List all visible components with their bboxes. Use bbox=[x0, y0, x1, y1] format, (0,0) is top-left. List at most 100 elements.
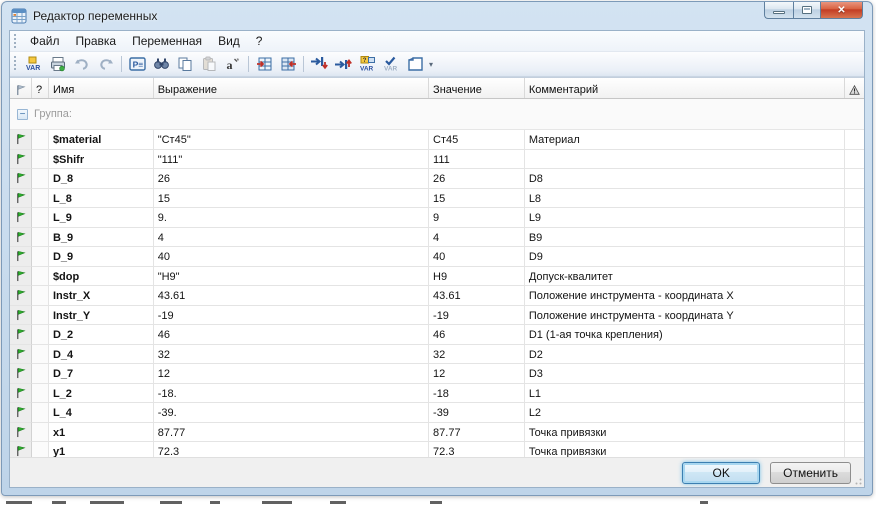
flag-cell[interactable] bbox=[10, 403, 32, 423]
expression-cell[interactable]: 4 bbox=[154, 228, 429, 248]
expression-cell[interactable]: 26 bbox=[154, 169, 429, 189]
toolbar-grip[interactable] bbox=[13, 56, 18, 73]
flag-cell[interactable] bbox=[10, 267, 32, 287]
value-cell[interactable]: 32 bbox=[429, 345, 525, 365]
table-row[interactable]: D_7 12 12 D3 bbox=[10, 364, 864, 384]
table-row[interactable]: L_9 9. 9 L9 bbox=[10, 208, 864, 228]
comment-cell[interactable]: D3 bbox=[525, 364, 845, 384]
value-cell[interactable]: 4 bbox=[429, 228, 525, 248]
comment-cell[interactable]: D1 (1-ая точка крепления) bbox=[525, 325, 845, 345]
name-cell[interactable]: Instr_X bbox=[49, 286, 154, 306]
question-cell[interactable] bbox=[32, 150, 49, 170]
table-row[interactable]: L_8 15 15 L8 bbox=[10, 189, 864, 209]
flag-cell[interactable] bbox=[10, 150, 32, 170]
redo-button[interactable] bbox=[95, 54, 117, 75]
comment-cell[interactable]: L2 bbox=[525, 403, 845, 423]
question-cell[interactable] bbox=[32, 423, 49, 443]
flag-cell[interactable] bbox=[10, 364, 32, 384]
comment-cell[interactable] bbox=[525, 150, 845, 170]
question-cell[interactable] bbox=[32, 364, 49, 384]
name-cell[interactable]: $Shifr bbox=[49, 150, 154, 170]
table-row[interactable]: L_2 -18. -18 L1 bbox=[10, 384, 864, 404]
question-cell[interactable] bbox=[32, 442, 49, 457]
name-cell[interactable]: $dop bbox=[49, 267, 154, 287]
flag-cell[interactable] bbox=[10, 306, 32, 326]
copy-button[interactable] bbox=[174, 54, 196, 75]
comment-cell[interactable]: D8 bbox=[525, 169, 845, 189]
table-row[interactable]: $material "Ст45" Ст45 Материал bbox=[10, 130, 864, 150]
name-cell[interactable]: D_9 bbox=[49, 247, 154, 267]
comment-cell[interactable]: D9 bbox=[525, 247, 845, 267]
table-row[interactable]: y1 72.3 72.3 Точка привязки bbox=[10, 442, 864, 457]
name-cell[interactable]: D_7 bbox=[49, 364, 154, 384]
question-cell[interactable] bbox=[32, 325, 49, 345]
value-cell[interactable]: 40 bbox=[429, 247, 525, 267]
value-cell[interactable]: -18 bbox=[429, 384, 525, 404]
expression-cell[interactable]: 40 bbox=[154, 247, 429, 267]
name-cell[interactable]: x1 bbox=[49, 423, 154, 443]
undo-button[interactable] bbox=[71, 54, 93, 75]
ok-button[interactable]: OK bbox=[682, 462, 760, 484]
table-row[interactable]: D_8 26 26 D8 bbox=[10, 169, 864, 189]
table-row[interactable]: D_9 40 40 D9 bbox=[10, 247, 864, 267]
header-name-column[interactable]: Имя bbox=[49, 78, 154, 98]
flag-cell[interactable] bbox=[10, 384, 32, 404]
question-cell[interactable] bbox=[32, 130, 49, 150]
name-cell[interactable]: L_8 bbox=[49, 189, 154, 209]
question-cell[interactable] bbox=[32, 228, 49, 248]
header-question-column[interactable]: ? bbox=[32, 78, 49, 98]
value-cell[interactable]: 87.77 bbox=[429, 423, 525, 443]
expression-cell[interactable]: -19 bbox=[154, 306, 429, 326]
expression-cell[interactable]: "111" bbox=[154, 150, 429, 170]
expression-cell[interactable]: -18. bbox=[154, 384, 429, 404]
comment-cell[interactable]: Материал bbox=[525, 130, 845, 150]
name-cell[interactable]: D_2 bbox=[49, 325, 154, 345]
copy-variable-list-button[interactable] bbox=[277, 54, 299, 75]
name-cell[interactable]: D_4 bbox=[49, 345, 154, 365]
value-cell[interactable]: 12 bbox=[429, 364, 525, 384]
value-cell[interactable]: -19 bbox=[429, 306, 525, 326]
expression-cell[interactable]: 43.61 bbox=[154, 286, 429, 306]
new-variable-button[interactable]: VAR bbox=[23, 54, 45, 75]
expression-cell[interactable]: 87.77 bbox=[154, 423, 429, 443]
table-row[interactable]: D_2 46 46 D1 (1-ая точка крепления) bbox=[10, 325, 864, 345]
move-row-down-button[interactable] bbox=[308, 54, 330, 75]
flag-cell[interactable] bbox=[10, 442, 32, 457]
table-row[interactable]: $dop "H9" H9 Допуск-квалитет bbox=[10, 267, 864, 287]
value-cell[interactable]: Ст45 bbox=[429, 130, 525, 150]
comment-cell[interactable]: B9 bbox=[525, 228, 845, 248]
value-cell[interactable]: 26 bbox=[429, 169, 525, 189]
move-row-up-button[interactable] bbox=[332, 54, 354, 75]
header-warning-column[interactable] bbox=[845, 78, 864, 98]
name-cell[interactable]: $material bbox=[49, 130, 154, 150]
expression-cell[interactable]: 32 bbox=[154, 345, 429, 365]
name-cell[interactable]: L_2 bbox=[49, 384, 154, 404]
table-row[interactable]: Instr_Y -19 -19 Положение инструмента - … bbox=[10, 306, 864, 326]
properties-button[interactable]: P≡ bbox=[126, 54, 148, 75]
question-cell[interactable] bbox=[32, 247, 49, 267]
comment-cell[interactable]: Положение инструмента - координата X bbox=[525, 286, 845, 306]
group-collapse-button[interactable]: − bbox=[17, 109, 28, 120]
comment-cell[interactable]: L1 bbox=[525, 384, 845, 404]
question-cell[interactable] bbox=[32, 384, 49, 404]
name-cell[interactable]: L_4 bbox=[49, 403, 154, 423]
cancel-button[interactable]: Отменить bbox=[770, 462, 851, 484]
flag-cell[interactable] bbox=[10, 423, 32, 443]
expression-cell[interactable]: -39. bbox=[154, 403, 429, 423]
question-cell[interactable] bbox=[32, 403, 49, 423]
expression-cell[interactable]: 46 bbox=[154, 325, 429, 345]
expression-cell[interactable]: 15 bbox=[154, 189, 429, 209]
name-cell[interactable]: y1 bbox=[49, 442, 154, 457]
flag-cell[interactable] bbox=[10, 228, 32, 248]
menu-variable[interactable]: Переменная bbox=[124, 32, 210, 50]
print-button[interactable] bbox=[47, 54, 69, 75]
header-expression-column[interactable]: Выражение bbox=[154, 78, 429, 98]
var-check-button[interactable]: VAR bbox=[380, 54, 402, 75]
table-row[interactable]: D_4 32 32 D2 bbox=[10, 345, 864, 365]
var-question-button[interactable]: ? VAR bbox=[356, 54, 378, 75]
menubar-grip[interactable] bbox=[13, 34, 18, 48]
flag-cell[interactable] bbox=[10, 169, 32, 189]
flag-cell[interactable] bbox=[10, 325, 32, 345]
expression-cell[interactable]: "H9" bbox=[154, 267, 429, 287]
table-row[interactable]: $Shifr "111" 111 bbox=[10, 150, 864, 170]
